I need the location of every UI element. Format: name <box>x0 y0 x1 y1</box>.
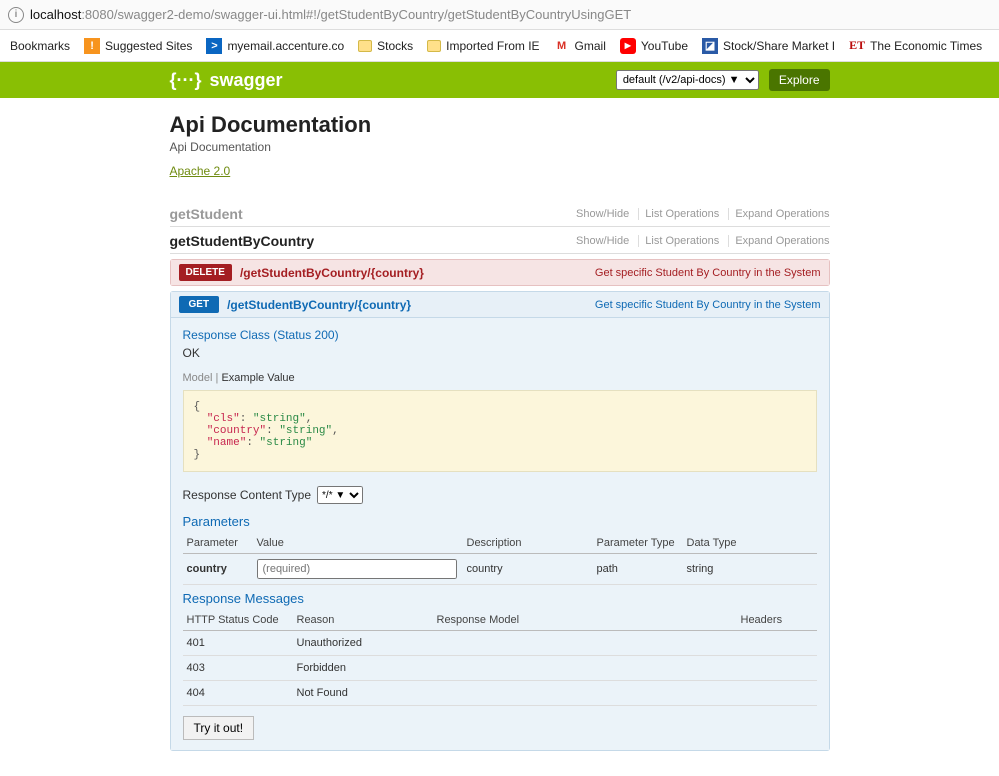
operation-get: GET /getStudentByCountry/{country} Get s… <box>170 291 830 751</box>
main-content: Api Documentation Api Documentation Apac… <box>170 112 830 751</box>
url-path: :8080/swagger2-demo/swagger-ui.html#!/ge… <box>81 7 631 22</box>
swagger-logo[interactable]: {···} swagger <box>170 70 283 91</box>
table-row: 403Forbidden <box>183 656 817 681</box>
operation-summary: Get specific Student By Country in the S… <box>595 267 821 279</box>
controller-name[interactable]: getStudent <box>170 206 565 222</box>
param-value-input[interactable] <box>257 559 457 579</box>
table-row: country country path string <box>183 554 817 585</box>
table-row: 404Not Found <box>183 681 817 706</box>
ops-list[interactable]: List Operations <box>638 208 719 220</box>
param-datatype: string <box>683 554 817 585</box>
controller-name[interactable]: getStudentByCountry <box>170 233 565 249</box>
gmail-icon: M <box>554 38 570 54</box>
bookmark-stocks[interactable]: Stocks <box>358 39 413 53</box>
model-tabs: Model | Example Value <box>183 372 817 384</box>
method-badge: DELETE <box>179 264 232 281</box>
bookmarks-label[interactable]: Bookmarks <box>10 39 70 53</box>
bookmark-myemail[interactable]: >myemail.accenture.co <box>206 38 344 54</box>
controller-ops: Show/Hide List Operations Expand Operati… <box>564 235 829 247</box>
swagger-logo-icon: {···} <box>170 70 202 91</box>
operation-path[interactable]: /getStudentByCountry/{country} <box>240 266 595 280</box>
param-type: path <box>593 554 683 585</box>
address-bar[interactable]: i localhost:8080/swagger2-demo/swagger-u… <box>0 0 999 30</box>
api-description: Api Documentation <box>170 140 830 154</box>
try-it-out-button[interactable]: Try it out! <box>183 716 255 740</box>
response-messages-table: HTTP Status Code Reason Response Model H… <box>183 610 817 706</box>
spec-select[interactable]: default (/v2/api-docs) ▼ <box>616 70 759 90</box>
operation-header[interactable]: DELETE /getStudentByCountry/{country} Ge… <box>170 259 830 286</box>
explore-button[interactable]: Explore <box>769 69 830 91</box>
ops-expand[interactable]: Expand Operations <box>728 208 829 220</box>
folder-icon <box>427 40 441 52</box>
ops-list[interactable]: List Operations <box>638 235 719 247</box>
rct-label: Response Content Type <box>183 488 312 502</box>
example-value-box[interactable]: { "cls": "string", "country": "string", … <box>183 390 817 472</box>
response-class: Response Class (Status 200) <box>183 328 817 342</box>
folder-icon <box>358 40 372 52</box>
swagger-brand: swagger <box>210 70 283 91</box>
parameters-heading: Parameters <box>183 514 817 529</box>
bookmark-imported[interactable]: Imported From IE <box>427 39 539 53</box>
controller-getstudentbycountry[interactable]: getStudentByCountry Show/Hide List Opera… <box>170 227 830 254</box>
ops-show[interactable]: Show/Hide <box>570 208 629 220</box>
et-icon: ET <box>849 38 865 54</box>
bookmark-econtimes[interactable]: ETThe Economic Times <box>849 38 982 54</box>
table-row: 401Unauthorized <box>183 631 817 656</box>
url-info-icon[interactable]: i <box>8 7 24 23</box>
bookmark-suggested[interactable]: !Suggested Sites <box>84 38 192 54</box>
method-badge: GET <box>179 296 220 313</box>
controller-getstudent[interactable]: getStudent Show/Hide List Operations Exp… <box>170 200 830 227</box>
operation-body: Response Class (Status 200) OK Model | E… <box>170 318 830 751</box>
operation-delete: DELETE /getStudentByCountry/{country} Ge… <box>170 259 830 286</box>
controller-ops: Show/Hide List Operations Expand Operati… <box>564 208 829 220</box>
mail-icon: > <box>206 38 222 54</box>
url-host: localhost <box>30 7 81 22</box>
bookmark-stockmarket[interactable]: ◪Stock/Share Market I <box>702 38 835 54</box>
bookmarks-bar: Bookmarks !Suggested Sites >myemail.acce… <box>0 30 999 62</box>
youtube-icon: ▶ <box>620 38 636 54</box>
response-content-type[interactable]: */* ▼ <box>317 486 363 504</box>
ops-expand[interactable]: Expand Operations <box>728 235 829 247</box>
license: Apache 2.0 <box>170 164 830 178</box>
api-title: Api Documentation <box>170 112 830 138</box>
bookmark-gmail[interactable]: MGmail <box>554 38 606 54</box>
response-ok: OK <box>183 346 817 360</box>
operation-path[interactable]: /getStudentByCountry/{country} <box>227 298 595 312</box>
swagger-header: {···} swagger default (/v2/api-docs) ▼ E… <box>0 62 999 98</box>
chart-icon: ◪ <box>702 38 718 54</box>
operation-header[interactable]: GET /getStudentByCountry/{country} Get s… <box>170 291 830 318</box>
bookmark-youtube[interactable]: ▶YouTube <box>620 38 688 54</box>
response-messages-heading: Response Messages <box>183 591 817 606</box>
tab-model[interactable]: Model <box>183 372 213 384</box>
lightbulb-icon: ! <box>84 38 100 54</box>
license-link[interactable]: Apache 2.0 <box>170 164 231 178</box>
tab-example[interactable]: Example Value <box>221 372 294 384</box>
operation-summary: Get specific Student By Country in the S… <box>595 299 821 311</box>
param-desc: country <box>463 554 593 585</box>
param-name: country <box>183 554 253 585</box>
parameters-table: Parameter Value Description Parameter Ty… <box>183 533 817 585</box>
ops-show[interactable]: Show/Hide <box>570 235 629 247</box>
